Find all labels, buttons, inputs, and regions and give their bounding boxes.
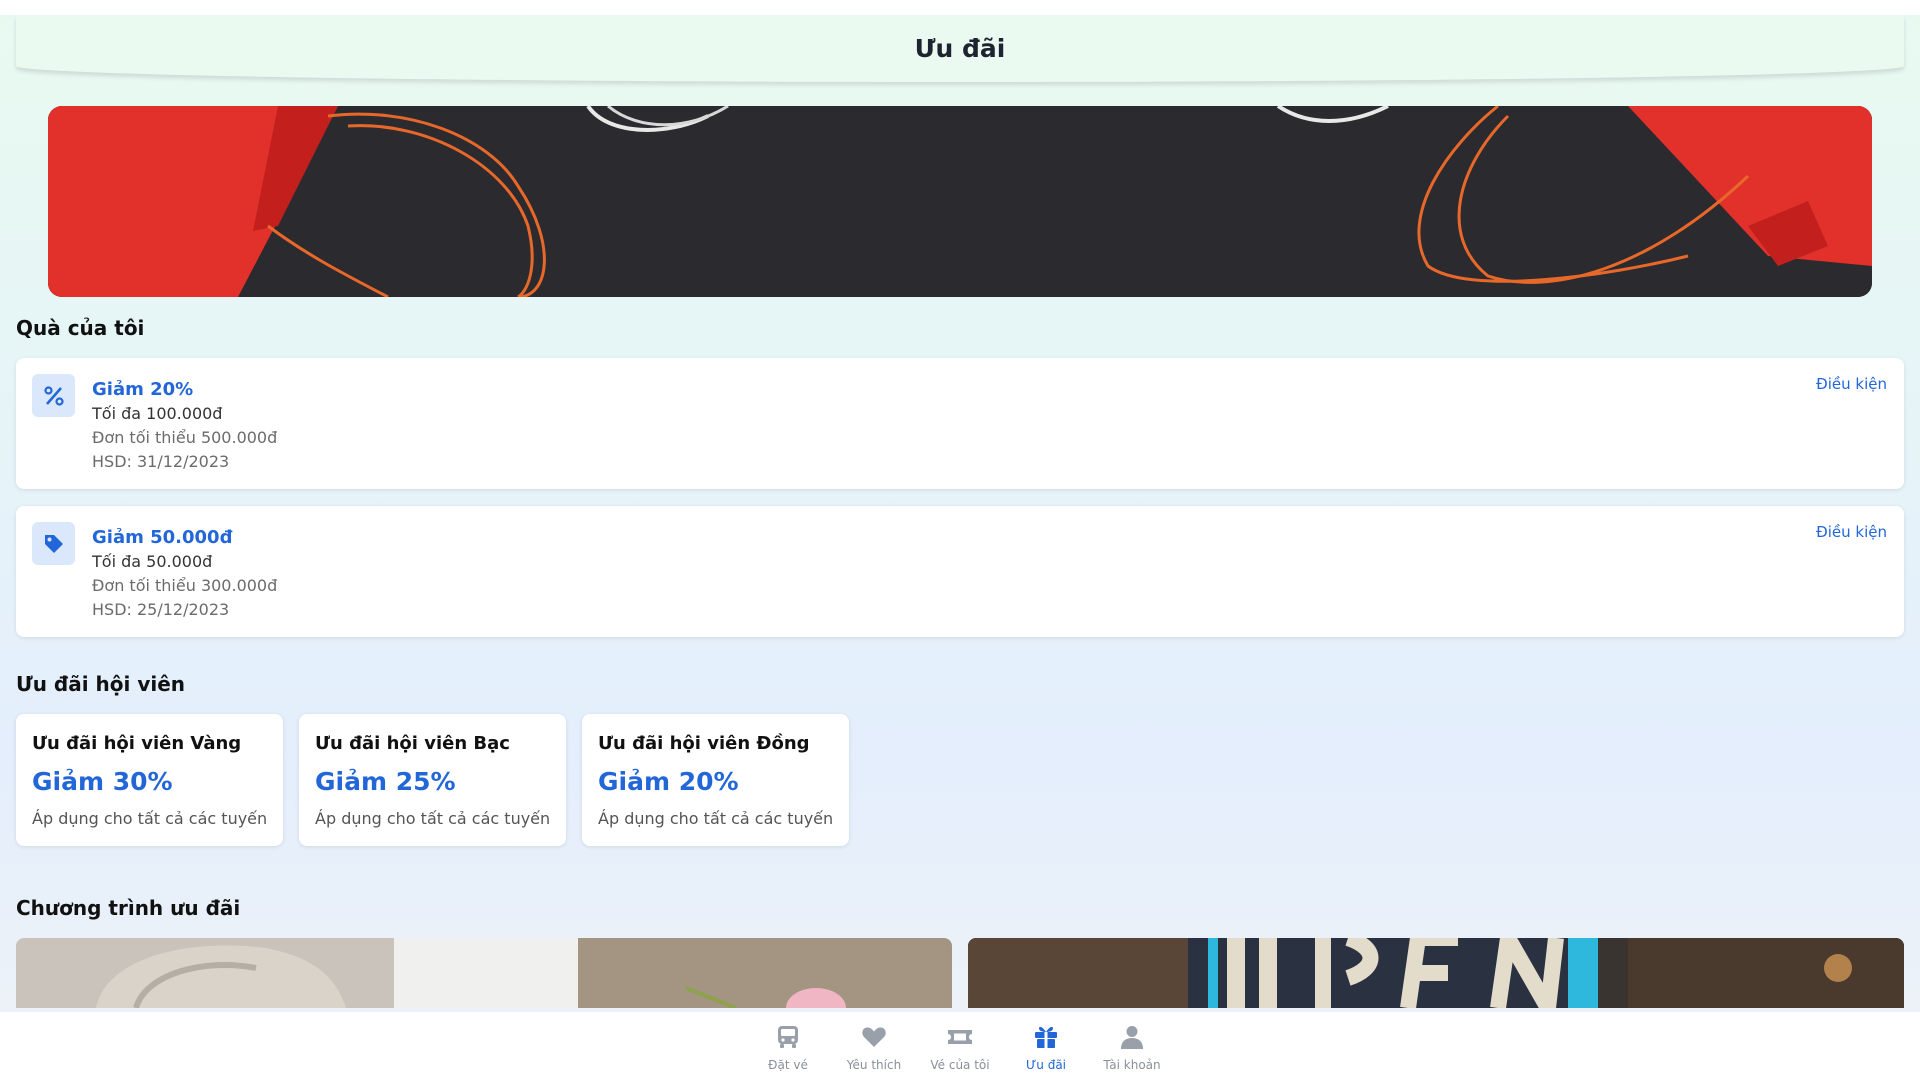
page-header: Ưu đãi [16, 15, 1904, 82]
section-title-member-offers: Ưu đãi hội viên [16, 672, 186, 696]
promo-program-image [968, 938, 1904, 1008]
nav-item-offers[interactable]: Ưu đãi [1003, 1012, 1089, 1080]
member-offer-desc: Áp dụng cho tất cả các tuyến [315, 809, 551, 828]
nav-label: Yêu thích [846, 1058, 902, 1072]
member-offer-desc: Áp dụng cho tất cả các tuyến [598, 809, 834, 828]
gift-max: Tối đa 50.000đ [92, 552, 213, 571]
nav-item-book-ticket[interactable]: Đặt vé [745, 1012, 831, 1080]
tag-icon [32, 522, 75, 565]
member-offer-card-bronze[interactable]: Ưu đãi hội viên Đồng Giảm 20% Áp dụng ch… [582, 714, 849, 846]
gift-expiry: HSD: 25/12/2023 [92, 600, 230, 619]
member-offer-title: Ưu đãi hội viên Vàng [32, 733, 242, 754]
section-title-my-gifts: Quà của tôi [16, 316, 145, 340]
gift-icon [1033, 1024, 1059, 1054]
condition-link[interactable]: Điều kiện [1816, 523, 1887, 541]
member-offer-desc: Áp dụng cho tất cả các tuyến [32, 809, 268, 828]
nav-item-my-tickets[interactable]: Vé của tôi [917, 1012, 1003, 1080]
member-offer-title: Ưu đãi hội viên Đồng [598, 733, 810, 754]
gift-min-order: Đơn tối thiểu 500.000đ [92, 428, 278, 447]
section-title-programs: Chương trình ưu đãi [16, 896, 241, 920]
heart-icon [861, 1024, 887, 1054]
page-title: Ưu đãi [914, 34, 1006, 63]
member-offer-discount: Giảm 20% [598, 767, 739, 796]
nav-label: Tài khoản [1103, 1058, 1161, 1072]
gift-title: Giảm 20% [92, 379, 194, 400]
nav-item-account[interactable]: Tài khoản [1089, 1012, 1175, 1080]
promo-program-image [16, 938, 952, 1008]
condition-link[interactable]: Điều kiện [1816, 375, 1887, 393]
gift-title: Giảm 50.000đ [92, 527, 233, 548]
nav-label: Vé của tôi [930, 1058, 990, 1072]
gift-card[interactable]: Giảm 20% Tối đa 100.000đ Đơn tối thiểu 5… [16, 358, 1904, 489]
ticket-icon [947, 1024, 973, 1054]
bus-icon [775, 1024, 801, 1054]
percent-icon [32, 374, 75, 417]
bottom-navigation: Đặt vé Yêu thích Vé của tôi Ưu đãi Tài k… [0, 1012, 1920, 1080]
gift-expiry: HSD: 31/12/2023 [92, 452, 230, 471]
promo-program-card[interactable] [968, 938, 1904, 1008]
nav-item-favorites[interactable]: Yêu thích [831, 1012, 917, 1080]
member-offer-title: Ưu đãi hội viên Bạc [315, 733, 510, 754]
nav-label: Ưu đãi [1025, 1058, 1067, 1072]
top-strip [0, 0, 1920, 15]
user-icon [1119, 1024, 1145, 1054]
banner-image [48, 106, 1872, 297]
gift-max: Tối đa 100.000đ [92, 404, 223, 423]
member-offer-discount: Giảm 30% [32, 767, 173, 796]
nav-label: Đặt vé [768, 1058, 808, 1072]
member-offer-discount: Giảm 25% [315, 767, 456, 796]
promo-program-card[interactable] [16, 938, 952, 1008]
member-offer-card-silver[interactable]: Ưu đãi hội viên Bạc Giảm 25% Áp dụng cho… [299, 714, 566, 846]
member-offer-card-gold[interactable]: Ưu đãi hội viên Vàng Giảm 30% Áp dụng ch… [16, 714, 283, 846]
promo-banner[interactable] [48, 106, 1872, 297]
gift-card[interactable]: Giảm 50.000đ Tối đa 50.000đ Đơn tối thiể… [16, 506, 1904, 637]
gift-min-order: Đơn tối thiểu 300.000đ [92, 576, 278, 595]
